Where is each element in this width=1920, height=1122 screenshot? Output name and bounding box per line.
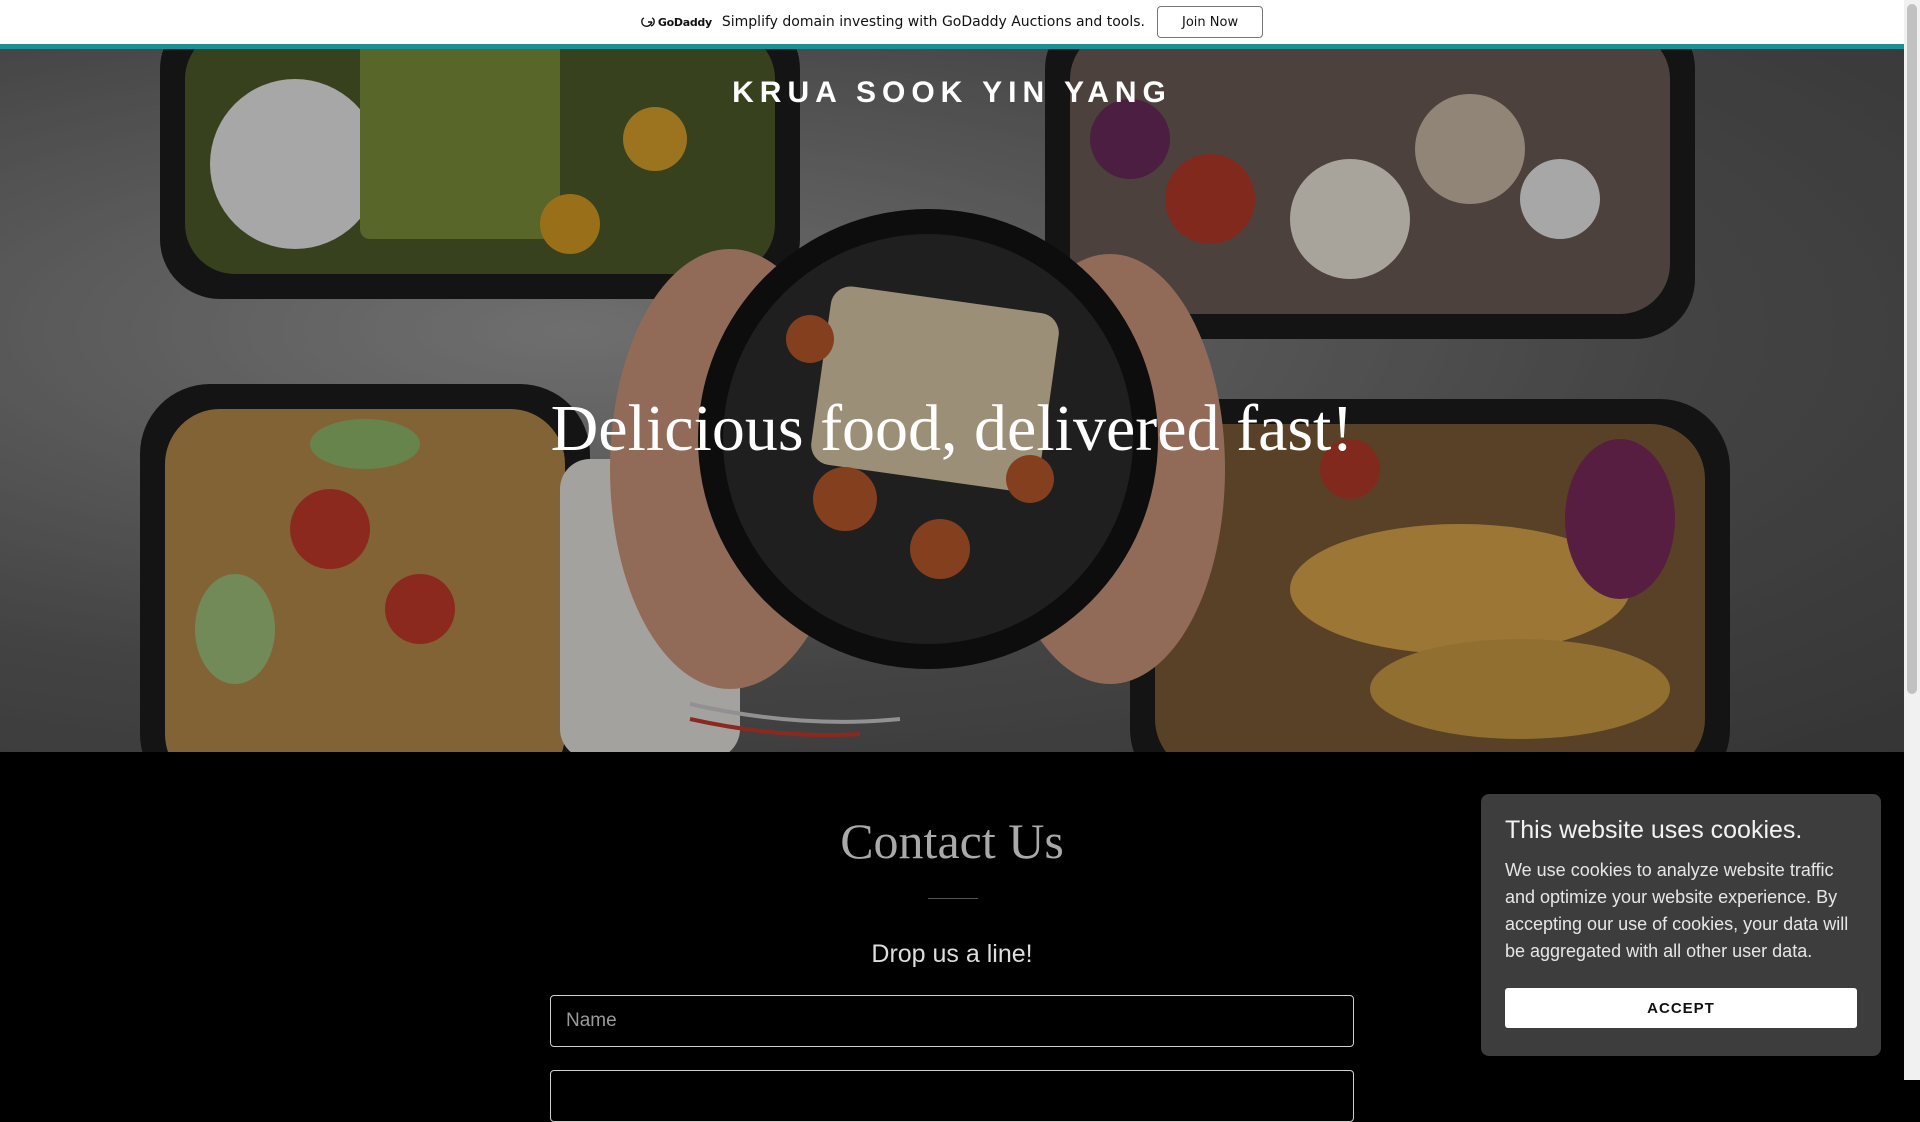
cookie-title: This website uses cookies. xyxy=(1505,816,1803,844)
promo-banner: GoDaddy Simplify domain investing with G… xyxy=(0,0,1904,44)
promo-message: Simplify domain investing with GoDaddy A… xyxy=(721,14,1145,30)
heading-divider xyxy=(928,898,978,899)
accept-cookies-button[interactable]: ACCEPT xyxy=(1505,988,1857,1028)
cookie-consent-popup: This website uses cookies. We use cookie… xyxy=(1481,794,1881,1056)
scrollbar-thumb[interactable] xyxy=(1907,4,1917,694)
site-brand-title[interactable]: KRUA SOOK YIN YANG xyxy=(0,76,1904,110)
hero-headline: Delicious food, delivered fast! xyxy=(550,392,1354,465)
godaddy-logo[interactable]: GoDaddy xyxy=(641,16,712,29)
godaddy-logo-text: GoDaddy xyxy=(657,15,712,29)
name-input[interactable] xyxy=(550,995,1354,1047)
join-now-button[interactable]: Join Now xyxy=(1157,6,1264,38)
godaddy-logo-icon xyxy=(641,17,655,27)
email-input[interactable] xyxy=(550,1070,1354,1122)
hero-section: KRUA SOOK YIN YANG Delicious food, deliv… xyxy=(0,49,1904,752)
cookie-body: We use cookies to analyze website traffi… xyxy=(1505,860,1849,961)
page-scrollbar[interactable] xyxy=(1904,0,1920,1080)
